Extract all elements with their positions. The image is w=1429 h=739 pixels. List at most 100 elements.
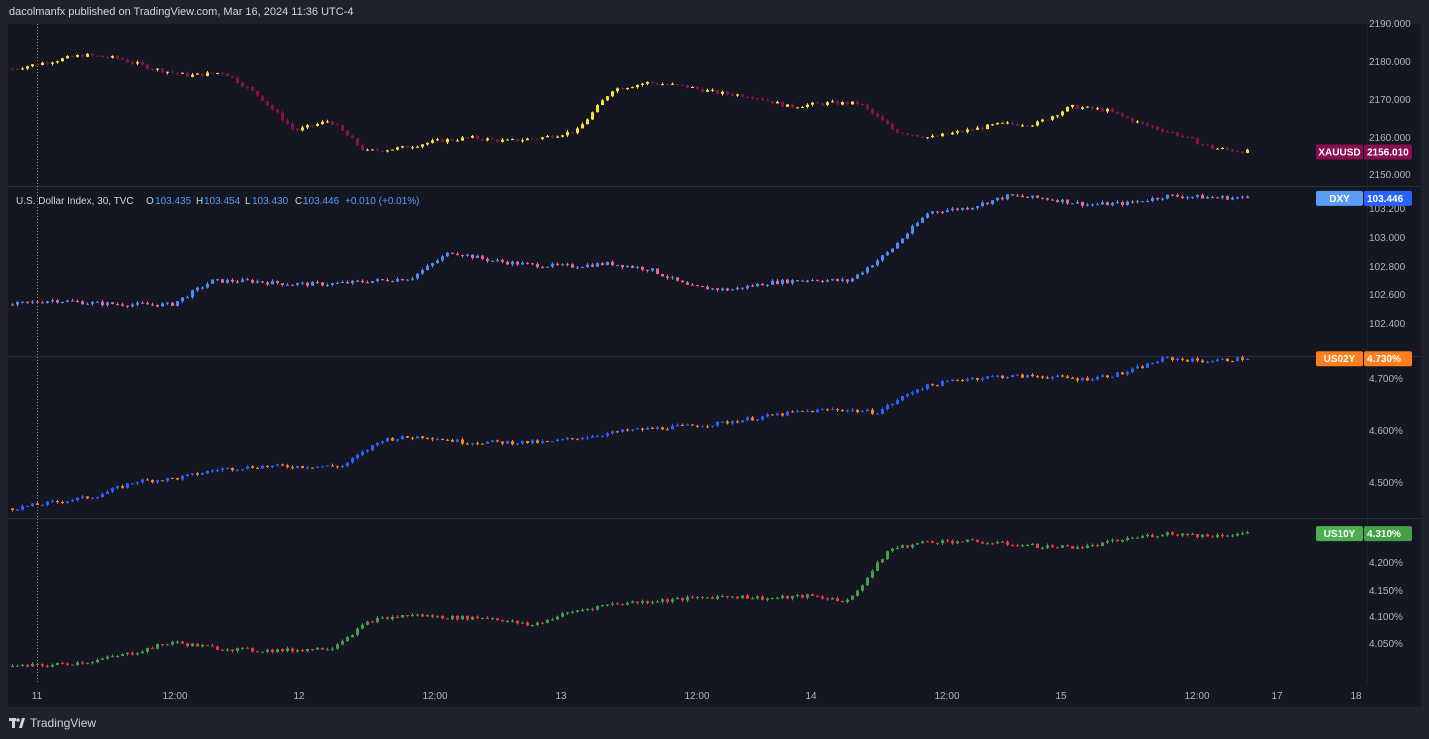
candle-body [406,615,409,617]
candle-body [1246,359,1249,361]
candle-body [1216,359,1219,362]
candle-body [201,473,204,475]
candle-body [1236,357,1239,362]
candle-body [146,479,149,481]
candle-body [396,439,399,441]
candle-body [361,145,364,151]
candle-body [911,544,914,548]
candle-body [446,139,449,143]
candle-body [511,620,514,622]
candle-body [1111,376,1114,378]
candle-body [301,282,304,284]
candle-body [61,663,64,665]
candle-body [431,263,434,266]
candle-body [846,599,849,603]
candle-body [596,263,599,267]
candle-body [1201,360,1204,363]
candle-body [726,91,729,95]
x-tick-label: 12:00 [684,691,709,702]
candle-body [1066,376,1069,378]
candle-body [121,486,124,488]
candle-body [276,109,279,113]
candle-body [1131,537,1134,539]
candle-body [1241,151,1244,153]
candle-body [981,127,984,130]
candle-body [746,417,749,421]
candle-body [416,614,419,616]
multi-pane-chart[interactable]: 2190.000 2180.000 2170.000 2160.000 2150.000… [0,0,1429,739]
candle-body [251,466,254,469]
candle-body [751,598,754,600]
candle-body [771,100,774,104]
candle-body [846,102,849,105]
candle-body [61,58,64,62]
candle-body [386,279,389,282]
candle-body [236,281,239,283]
candle-body [651,81,654,84]
candle-body [956,131,959,133]
candle-body [1076,547,1079,549]
candle-body [276,649,279,653]
candle-body [996,197,999,201]
candle-body [776,280,779,284]
candle-body [701,597,704,599]
candle-body [886,252,889,256]
candle-body [421,270,424,274]
candle-body [1226,196,1229,200]
candle-body [231,75,234,78]
candle-body [871,265,874,268]
candle-body [606,604,609,606]
candle-body [656,268,659,274]
candle-body [1186,136,1189,138]
candle-body [1111,202,1114,206]
tradingview-logo[interactable]: TradingView [9,716,96,730]
candle-body [406,279,409,281]
candle-body [991,543,994,545]
candle-body [41,62,44,65]
candle-body [531,440,534,444]
candle-body [576,267,579,269]
candle-body [186,643,189,647]
candle-body [651,427,654,429]
candle-body [556,136,559,138]
candle-body [566,264,569,266]
candle-body [796,107,799,109]
candle-body [761,98,764,101]
candle-body [486,617,489,619]
candle-body [686,596,689,601]
candle-body [786,411,789,416]
candle-body [1201,144,1204,146]
dxy-legend-change: +0.010 (+0.01%) [345,196,420,207]
candle-body [961,131,964,133]
candle-body [411,614,414,616]
candle-body [1026,125,1029,127]
x-tick-label: 17 [1271,691,1283,702]
candle-body [866,577,869,586]
candle-body [956,541,959,544]
candle-body [456,615,459,620]
candle-body [131,62,134,64]
candle-body [186,72,189,77]
candle-body [896,243,899,249]
candle-body [381,617,384,619]
candle-body [851,595,854,600]
candle-body [1191,196,1194,198]
candle-body [1221,196,1224,198]
candle-body [271,649,274,653]
candle-body [966,379,969,381]
candle-body [716,596,719,599]
candle-body [781,595,784,598]
candle-body [886,120,889,125]
candle-body [546,619,549,623]
candle-body [641,266,644,270]
candle-body [791,280,794,284]
candle-body [1056,200,1059,203]
candle-body [846,410,849,412]
candle-body [36,301,39,303]
candle-body [511,441,514,445]
candle-body [826,280,829,282]
candle-body [736,421,739,423]
candle-body [321,121,324,124]
candle-body [901,238,904,244]
candle-body [391,281,394,283]
